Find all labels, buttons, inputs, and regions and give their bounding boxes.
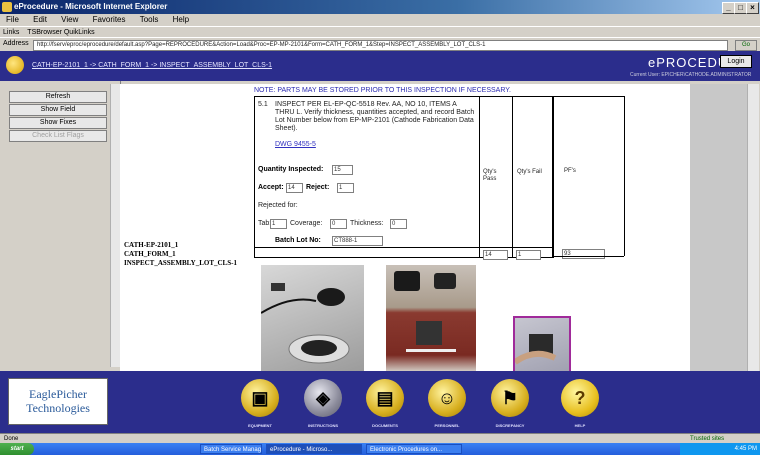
right-panel: [690, 84, 747, 371]
menu-favorites[interactable]: Favorites: [93, 15, 126, 24]
coverage-label: Coverage:: [290, 220, 323, 227]
discrepancy-label: DISCREPANCY: [495, 423, 525, 428]
equipment-icon[interactable]: ▣: [241, 379, 279, 417]
start-button[interactable]: start: [0, 443, 34, 455]
left-panel: Refresh Show Field Show Fixes Check List…: [0, 81, 121, 371]
close-button[interactable]: ×: [746, 2, 759, 14]
refresh-button[interactable]: Refresh: [9, 91, 107, 103]
reject-label: Reject:: [306, 184, 330, 191]
instructions-label: INSTRUCTIONS: [308, 423, 338, 428]
thickness-label: Thickness:: [350, 220, 384, 227]
quantity-field[interactable]: 15: [332, 165, 353, 175]
instructions-icon[interactable]: ◈: [304, 379, 342, 417]
clock: 4:45 PM: [734, 446, 757, 452]
task-batch-service[interactable]: Batch Service Manager: [200, 444, 262, 454]
fail-count-field[interactable]: 1: [516, 250, 541, 260]
menu-view[interactable]: View: [61, 15, 78, 24]
equipment-label: EQUIPMENT: [248, 423, 272, 428]
documents-label: DOCUMENTS: [372, 423, 398, 428]
help-icon[interactable]: ?: [561, 379, 599, 417]
step-id-form: CATH_FORM_1: [124, 250, 176, 258]
documents-icon[interactable]: ▤: [366, 379, 404, 417]
menu-edit[interactable]: Edit: [33, 15, 47, 24]
go-button[interactable]: Go: [735, 40, 757, 51]
accept-field[interactable]: 14: [286, 183, 303, 193]
step-id-step: INSPECT_ASSEMBLY_LOT_CLS-1: [124, 259, 237, 267]
address-label: Address: [3, 40, 29, 47]
menu-file[interactable]: File: [6, 15, 19, 24]
inspection-instruction: INSPECT PER EL-EP-QC-5518 Rev. AA, NO 10…: [275, 101, 475, 132]
quantity-label: Quantity Inspected:: [258, 166, 324, 173]
show-fixes-button[interactable]: Show Fixes: [9, 117, 107, 129]
pf-field[interactable]: 93: [562, 249, 605, 259]
tab-field[interactable]: 1: [270, 219, 287, 229]
task-eprocedure[interactable]: eProcedure - Microso...: [266, 444, 362, 454]
company-logo: EaglePicher Technologies: [8, 378, 108, 425]
check-list-flags-button: Check List Flags: [9, 130, 107, 142]
window-title: eProcedure - Microsoft Internet Explorer: [14, 2, 168, 11]
coverage-field[interactable]: 0: [330, 219, 347, 229]
drawing-link[interactable]: DWG 9455-5: [275, 141, 316, 149]
taskbar: start Batch Service Manager eProcedure -…: [0, 443, 760, 455]
cathode-photo-2: [386, 265, 476, 371]
procedure-logo-icon: [6, 56, 24, 74]
inspection-table: 5.1 INSPECT PER EL-EP-QC-5518 Rev. AA, N…: [254, 96, 554, 260]
personnel-label: PERSONNEL: [434, 423, 460, 428]
menu-tools[interactable]: Tools: [140, 15, 159, 24]
menu-bar: File Edit View Favorites Tools Help: [0, 14, 760, 26]
thickness-field[interactable]: 0: [390, 219, 407, 229]
step-id-panel: CATH-EP-2101_1 CATH_FORM_1 INSPECT_ASSEM…: [120, 84, 249, 371]
cathode-photo-1: [260, 265, 364, 371]
pf-column-header: PF's: [564, 168, 576, 174]
reject-field[interactable]: 1: [337, 183, 354, 193]
rejected-for-label: Rejected for:: [258, 202, 298, 209]
login-button[interactable]: Login: [720, 55, 752, 68]
menu-help[interactable]: Help: [173, 15, 189, 24]
address-input[interactable]: http://fserv/eproc/eprocedure/default.as…: [33, 40, 728, 51]
footer-nav: EaglePicher Technologies ▣ EQUIPMENT ◈ I…: [0, 371, 760, 433]
step-number: 5.1: [258, 101, 268, 108]
batch-lot-label: Batch Lot No:: [275, 237, 321, 244]
left-scrollbar[interactable]: [110, 84, 120, 367]
accept-label: Accept:: [258, 184, 284, 191]
personnel-icon[interactable]: ☺: [428, 379, 466, 417]
pass-count-field[interactable]: 14: [483, 250, 508, 260]
task-electronic-procedures[interactable]: Electronic Procedures on...: [366, 444, 462, 454]
cathode-photo-3: [513, 316, 571, 375]
col-pass-header: Qty's Pass: [483, 169, 497, 182]
help-label: HELP: [574, 423, 586, 428]
current-user: Current User: EPICHER\CATHODE.ADMINISTRA…: [630, 72, 752, 78]
right-scrollbar[interactable]: [747, 84, 759, 371]
system-tray: 4:45 PM: [680, 443, 760, 455]
show-field-button[interactable]: Show Field: [9, 104, 107, 116]
links-item[interactable]: TSBrowser QuikLinks: [27, 29, 94, 36]
batch-lot-field[interactable]: CT888-1: [332, 236, 383, 246]
step-id-procedure: CATH-EP-2101_1: [124, 241, 179, 249]
breadcrumb[interactable]: CATH-EP-2101_1 -> CATH_FORM_1 -> INSPECT…: [32, 62, 272, 69]
links-label: Links: [3, 29, 20, 36]
window-title-bar: eProcedure - Microsoft Internet Explorer…: [0, 0, 760, 14]
ie-icon: [2, 2, 12, 12]
main-content: NOTE: PARTS MAY BE STORED PRIOR TO THIS …: [248, 84, 712, 375]
col-fail-header: Qty's Fail: [517, 169, 542, 175]
app-header: CATH-EP-2101_1 -> CATH_FORM_1 -> INSPECT…: [0, 51, 760, 81]
discrepancy-icon[interactable]: ⚑: [491, 379, 529, 417]
storage-note: NOTE: PARTS MAY BE STORED PRIOR TO THIS …: [254, 87, 511, 94]
